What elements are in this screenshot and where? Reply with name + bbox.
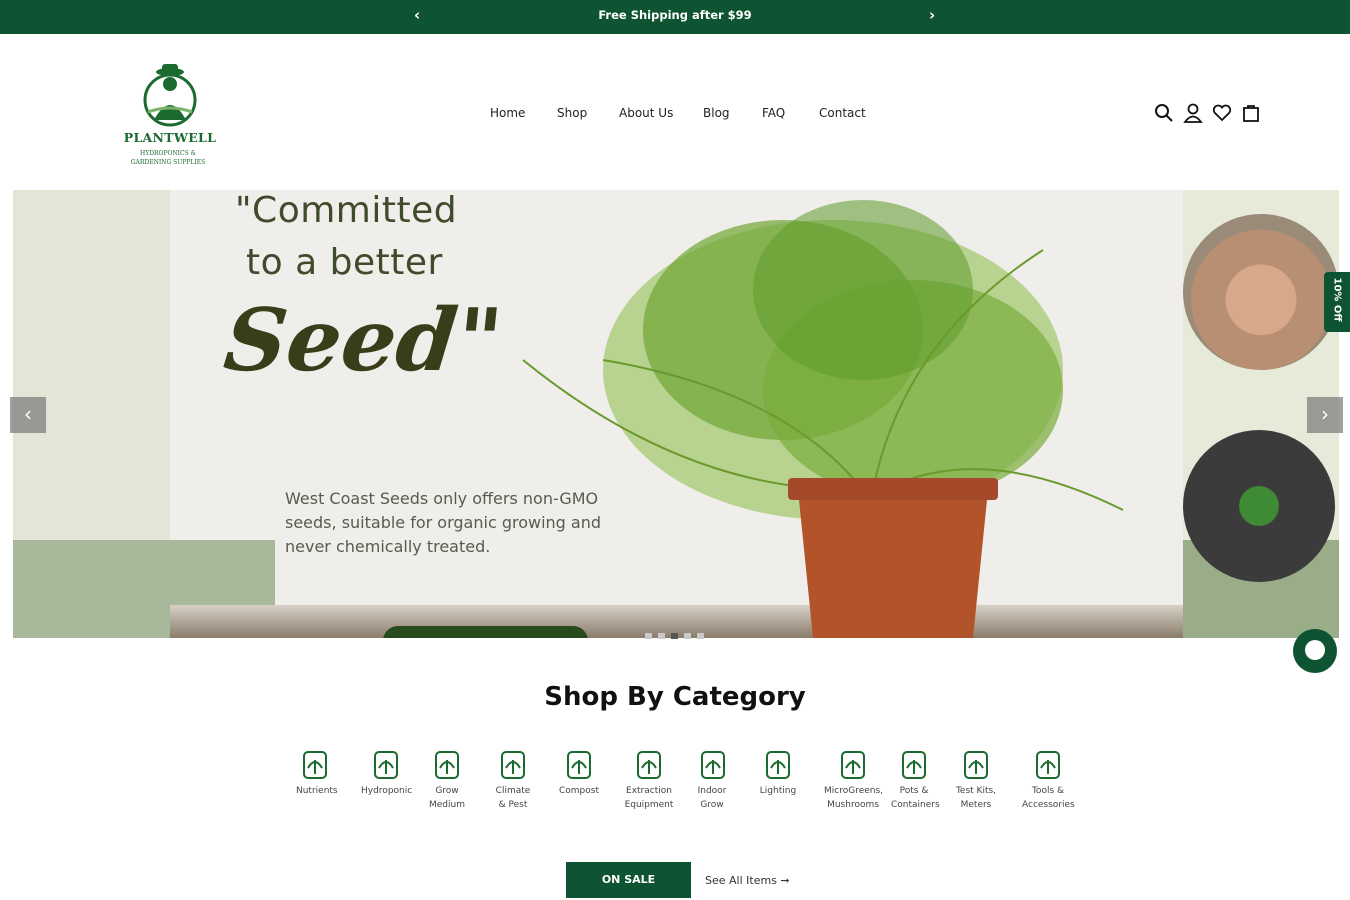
tools-icon	[1036, 751, 1060, 779]
hero-dot-1[interactable]	[645, 633, 652, 639]
hero-heading-line1: "Committed	[235, 190, 458, 231]
nav-home[interactable]: Home	[490, 106, 525, 120]
category-label: Nutrients	[296, 786, 338, 796]
potted-plant-image	[522, 200, 1124, 638]
extraction-icon	[637, 751, 661, 779]
hero-pagination	[645, 624, 710, 639]
lighting-icon	[766, 751, 790, 779]
nav-faq[interactable]: FAQ	[762, 106, 785, 120]
logo-tagline-line2: GARDENING SUPPLIES	[130, 159, 206, 166]
hero-dot-5[interactable]	[697, 633, 704, 639]
indoor-grow-icon	[701, 751, 725, 779]
wishlist-icon[interactable]	[1212, 103, 1232, 123]
climate-pest-icon	[501, 751, 525, 779]
hero-dot-3[interactable]	[671, 633, 678, 639]
main-nav: Home Shop About Us Blog FAQ Contact	[0, 106, 1350, 126]
on-sale-button[interactable]: ON SALE	[566, 862, 691, 898]
nav-blog[interactable]: Blog	[703, 106, 730, 120]
nav-shop[interactable]: Shop	[557, 106, 587, 120]
category-compost[interactable]: Compost	[559, 748, 599, 798]
category-grow-medium[interactable]: Grow Medium	[428, 748, 466, 812]
category-label: Grow Medium	[429, 786, 465, 810]
category-hydroponic[interactable]: Hydroponic	[361, 748, 413, 798]
hero-slider: "Committed to a better Seed" West Coast …	[13, 190, 1339, 638]
seeds-in-hands-image	[1183, 214, 1339, 370]
cart-icon[interactable]	[1241, 103, 1261, 123]
hero-heading-line2: to a better	[246, 242, 443, 283]
discount-side-tab-label: 10% Off	[1331, 277, 1343, 322]
announcement-bar: ‹ Free Shipping after $99 ›	[0, 0, 1350, 34]
category-label: Climate & Pest	[495, 786, 531, 810]
category-label: Indoor Grow	[697, 786, 727, 810]
category-label: Extraction Equipment	[624, 786, 674, 810]
compost-icon	[567, 751, 591, 779]
category-label: MicroGreens, Mushrooms	[824, 786, 884, 810]
hydroponic-icon	[374, 751, 398, 779]
hero-prev-button[interactable]: ‹	[10, 397, 46, 433]
hero-cta-button[interactable]	[383, 626, 588, 638]
category-mushroom[interactable]: MicroGreens, Mushrooms	[824, 748, 884, 812]
chat-bubble-icon[interactable]	[1293, 629, 1337, 673]
logo-tagline-line1: HYDROPONICS &	[140, 150, 196, 157]
category-lighting[interactable]: Lighting	[759, 748, 797, 798]
nutrients-icon	[303, 751, 327, 779]
category-extraction[interactable]: Extraction Equipment	[624, 748, 674, 812]
herbs-image	[1183, 430, 1335, 582]
account-icon[interactable]	[1183, 103, 1203, 123]
mushroom-icon	[841, 751, 865, 779]
see-all-items-link[interactable]: See All Items ➞	[705, 874, 790, 887]
category-section-title: Shop By Category	[544, 682, 806, 712]
announcement-next-button[interactable]: ›	[929, 6, 935, 24]
category-label: Test Kits, Meters	[955, 786, 997, 810]
category-label: Compost	[559, 786, 599, 796]
nav-about-us[interactable]: About Us	[619, 106, 673, 120]
test-kit-icon	[964, 751, 988, 779]
category-label: Pots & Containers	[891, 786, 940, 810]
category-tools[interactable]: Tools & Accessories	[1022, 748, 1075, 812]
hero-dot-2[interactable]	[658, 633, 665, 639]
logo-brand-name: PLANTWELL	[123, 130, 217, 145]
category-nutrients[interactable]: Nutrients	[296, 748, 338, 798]
category-label: Tools & Accessories	[1022, 786, 1075, 810]
hero-script-word: Seed"	[219, 290, 507, 391]
category-indoor-grow[interactable]: Indoor Grow	[696, 748, 728, 812]
category-pots[interactable]: Pots & Containers	[891, 748, 940, 812]
category-test-kit[interactable]: Test Kits, Meters	[955, 748, 997, 812]
nav-contact[interactable]: Contact	[819, 106, 866, 120]
hero-panel-left	[13, 190, 170, 566]
announcement-message: Free Shipping after $99	[598, 8, 752, 22]
grow-medium-icon	[435, 751, 459, 779]
pots-icon	[902, 751, 926, 779]
category-label: Hydroponic	[361, 786, 413, 796]
logo-tagline: HYDROPONICS & GARDENING SUPPLIES	[118, 149, 218, 167]
category-label: Lighting	[759, 786, 797, 796]
hero-dot-4[interactable]	[684, 633, 691, 639]
discount-side-tab[interactable]: 10% Off	[1324, 272, 1350, 332]
category-climate-pest[interactable]: Climate & Pest	[495, 748, 531, 812]
hero-next-button[interactable]: ›	[1307, 397, 1343, 433]
search-icon[interactable]	[1154, 103, 1174, 123]
